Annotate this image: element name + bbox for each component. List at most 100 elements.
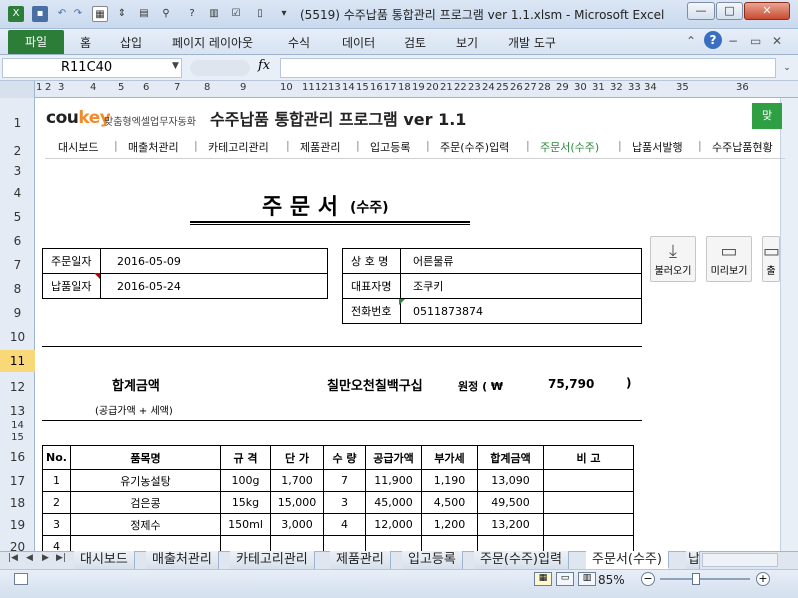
col-header[interactable]: 28 — [538, 82, 551, 93]
cell-note[interactable] — [543, 469, 634, 492]
col-header[interactable]: 20 — [426, 82, 439, 93]
toolbar-icon-1[interactable]: ▦ — [92, 6, 108, 22]
row-header-cell[interactable]: 7 — [0, 258, 35, 272]
grid-icon[interactable]: ▯ — [252, 6, 268, 22]
zoom-slider-knob[interactable] — [692, 573, 700, 585]
row-header-cell[interactable]: 15 — [0, 432, 35, 443]
row-header-cell[interactable]: 12 — [0, 380, 35, 394]
col-header[interactable]: 13 — [328, 82, 341, 93]
tab-home[interactable]: 홈 — [80, 34, 91, 51]
print-button[interactable]: ▭ 출 — [762, 236, 780, 282]
load-button[interactable]: ⤓ 불러오기 — [650, 236, 696, 282]
cell-unit-price[interactable]: 3,000 — [270, 513, 324, 536]
cell-total[interactable]: 13,090 — [477, 469, 544, 492]
zoom-in-icon[interactable]: + — [756, 572, 770, 586]
nav-status[interactable]: 수주납품현황 — [712, 139, 780, 155]
cell-item-name[interactable]: 검은콩 — [70, 491, 221, 514]
row-header-cell[interactable]: 13 — [0, 404, 35, 418]
cell-no[interactable]: 2 — [42, 491, 71, 514]
row-header-cell[interactable]: 5 — [0, 210, 35, 224]
ribbon-collapse-icon[interactable]: ⌃ — [686, 34, 696, 48]
col-header[interactable]: 36 — [736, 82, 749, 93]
comment-indicator-icon[interactable] — [94, 273, 100, 279]
sheet-tab-order-sheet[interactable]: 주문서(수주) — [586, 551, 669, 569]
col-header[interactable]: 26 — [510, 82, 523, 93]
col-header[interactable]: 3 — [58, 82, 64, 93]
cell-vat[interactable]: 1,190 — [421, 469, 478, 492]
tab-developer[interactable]: 개발 도구 — [508, 34, 556, 51]
chart-icon[interactable]: ▥ — [206, 6, 222, 22]
zoom-slider-track[interactable] — [660, 578, 750, 580]
nav-categories[interactable]: 카테고리관리 — [208, 139, 269, 155]
cell-supply-amount[interactable]: 45,000 — [365, 491, 422, 514]
col-header[interactable]: 15 — [356, 82, 369, 93]
nav-order-sheet[interactable]: 주문서(수주) — [540, 139, 599, 155]
row-header-cell[interactable]: 1 — [0, 116, 35, 130]
maximize-button[interactable]: □ — [716, 2, 743, 20]
name-box-dropdown-icon[interactable]: ▼ — [172, 61, 179, 71]
cell-qty[interactable]: 7 — [323, 469, 366, 492]
nav-order-entry[interactable]: 주문(수주)입력 — [440, 139, 509, 155]
help-icon-qat[interactable]: ? — [184, 6, 200, 22]
first-sheet-icon[interactable]: |◀ — [8, 553, 18, 563]
cell-vat[interactable]: 1,200 — [421, 513, 478, 536]
col-header[interactable]: 7 — [174, 82, 180, 93]
header-action-button[interactable]: 맞 — [752, 103, 782, 129]
row-header-cell[interactable]: 19 — [0, 518, 35, 532]
col-header[interactable]: 11 — [302, 82, 315, 93]
preview-button[interactable]: ▭ 미리보기 — [706, 236, 752, 282]
col-header[interactable]: 25 — [496, 82, 509, 93]
col-header[interactable]: 18 — [398, 82, 411, 93]
cell-total[interactable]: 49,500 — [477, 491, 544, 514]
cell-item-name[interactable]: 유기농설탕 — [70, 469, 221, 492]
row-header-cell-selected[interactable]: 11 — [0, 350, 35, 372]
zoom-out-icon[interactable]: − — [641, 572, 655, 586]
col-header[interactable]: 34 — [644, 82, 657, 93]
row-header-cell[interactable]: 6 — [0, 234, 35, 248]
col-header[interactable]: 14 — [342, 82, 355, 93]
sheet-tab-dashboard[interactable]: 대시보드 — [74, 551, 135, 569]
cell-spec[interactable]: 150ml — [220, 513, 271, 536]
vertical-scrollbar[interactable] — [780, 98, 798, 551]
tab-view[interactable]: 보기 — [456, 34, 478, 51]
col-header[interactable]: 23 — [468, 82, 481, 93]
col-header[interactable]: 10 — [280, 82, 293, 93]
horizontal-scrollbar[interactable] — [702, 553, 778, 567]
row-header-cell[interactable]: 9 — [0, 306, 35, 320]
col-header[interactable]: 5 — [118, 82, 124, 93]
col-header[interactable]: 16 — [370, 82, 383, 93]
col-header[interactable]: 35 — [676, 82, 689, 93]
cell-supply-amount[interactable]: 12,000 — [365, 513, 422, 536]
sheet-tab-customers[interactable]: 매출처관리 — [146, 551, 219, 569]
sheet-tab-products[interactable]: 제품관리 — [330, 551, 391, 569]
save-icon[interactable]: ▪ — [32, 6, 48, 22]
cell-unit-price[interactable]: 1,700 — [270, 469, 324, 492]
minimize-button[interactable]: — — [687, 2, 715, 20]
row-header-cell[interactable]: 4 — [0, 186, 35, 200]
nav-stock-in[interactable]: 입고등록 — [370, 139, 410, 155]
zoom-level[interactable]: 85% — [598, 573, 625, 587]
ribbon-restore-icon[interactable]: ▭ — [750, 34, 761, 48]
col-header[interactable]: 17 — [384, 82, 397, 93]
col-header[interactable]: 32 — [610, 82, 623, 93]
check-icon[interactable]: ☑ — [228, 6, 244, 22]
col-header[interactable]: 8 — [204, 82, 210, 93]
nav-dashboard[interactable]: 대시보드 — [58, 139, 98, 155]
cell-note[interactable] — [543, 491, 634, 514]
ribbon-minimize-icon[interactable]: − — [728, 34, 738, 48]
sheet-tab-categories[interactable]: 카테고리관리 — [230, 551, 315, 569]
next-sheet-icon[interactable]: ▶ — [42, 553, 49, 563]
delivery-date-value[interactable]: 2016-05-24 — [100, 273, 328, 299]
order-date-value[interactable]: 2016-05-09 — [100, 248, 328, 274]
row-header-cell[interactable]: 16 — [0, 450, 35, 464]
sort-icon[interactable]: ⇕ — [114, 6, 130, 22]
col-header[interactable]: 4 — [90, 82, 96, 93]
tab-file[interactable]: 파일 — [8, 30, 64, 54]
col-header[interactable]: 9 — [240, 82, 246, 93]
tab-insert[interactable]: 삽입 — [120, 34, 142, 51]
row-header-cell[interactable]: 8 — [0, 282, 35, 296]
row-header-cell[interactable]: 10 — [0, 330, 35, 344]
undo-icon[interactable]: ↶ — [54, 6, 70, 22]
col-header[interactable]: 22 — [454, 82, 467, 93]
sheet-tab-order-entry[interactable]: 주문(수주)입력 — [474, 551, 569, 569]
